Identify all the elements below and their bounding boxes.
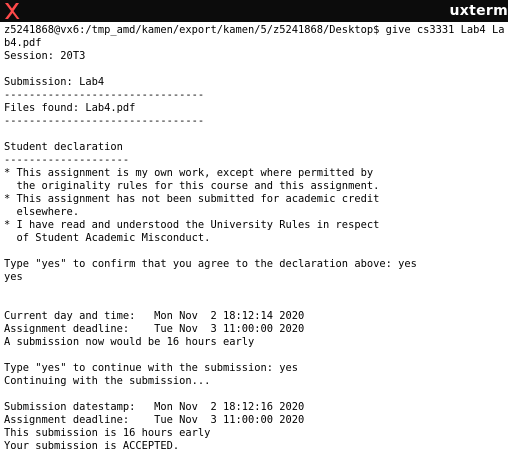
terminal-line: This submission is 16 hours early <box>4 427 211 439</box>
terminal-line: * I have read and understood the Univers… <box>4 219 380 231</box>
terminal-line: -------------------------------- <box>4 115 205 127</box>
terminal-line: Continuing with the submission... <box>4 375 211 387</box>
terminal-line: * This assignment has not been submitted… <box>4 193 380 205</box>
terminal-line: yes <box>4 271 23 283</box>
terminal-line: Submission: Lab4 <box>4 76 105 88</box>
terminal-line: Type "yes" to continue with the submissi… <box>4 362 299 374</box>
terminal-line: Your submission is ACCEPTED. <box>4 440 180 452</box>
terminal-line: Assignment deadline: Tue Nov 3 11:00:00 … <box>4 414 305 426</box>
terminal-line: Files found: Lab4.pdf <box>4 102 136 114</box>
terminal-line: -------------------------------- <box>4 89 205 101</box>
terminal-line: Assignment deadline: Tue Nov 3 11:00:00 … <box>4 323 305 335</box>
terminal-line: the originality rules for this course an… <box>4 180 380 192</box>
terminal-line: Student declaration <box>4 141 123 153</box>
terminal-output[interactable]: z5241868@vx6:/tmp_amd/kamen/export/kamen… <box>0 22 508 454</box>
title-bar[interactable]: uxterm <box>0 0 508 22</box>
terminal-line: Submission datestamp: Mon Nov 2 18:12:16… <box>4 401 305 413</box>
terminal-line: Current day and time: Mon Nov 2 18:12:14… <box>4 310 305 322</box>
terminal-line: Session: 20T3 <box>4 50 86 62</box>
terminal-line: * This assignment is my own work, except… <box>4 167 374 179</box>
x-logo-icon <box>3 2 21 20</box>
terminal-line: b4.pdf <box>4 37 42 49</box>
terminal-line: Type "yes" to confirm that you agree to … <box>4 258 417 270</box>
terminal-line: elsewhere. <box>4 206 80 218</box>
terminal-line: z5241868@vx6:/tmp_amd/kamen/export/kamen… <box>4 24 505 36</box>
window-title: uxterm <box>449 3 508 19</box>
terminal-line: of Student Academic Misconduct. <box>4 232 211 244</box>
terminal-line: -------------------- <box>4 154 130 166</box>
terminal-line: A submission now would be 16 hours early <box>4 336 255 348</box>
